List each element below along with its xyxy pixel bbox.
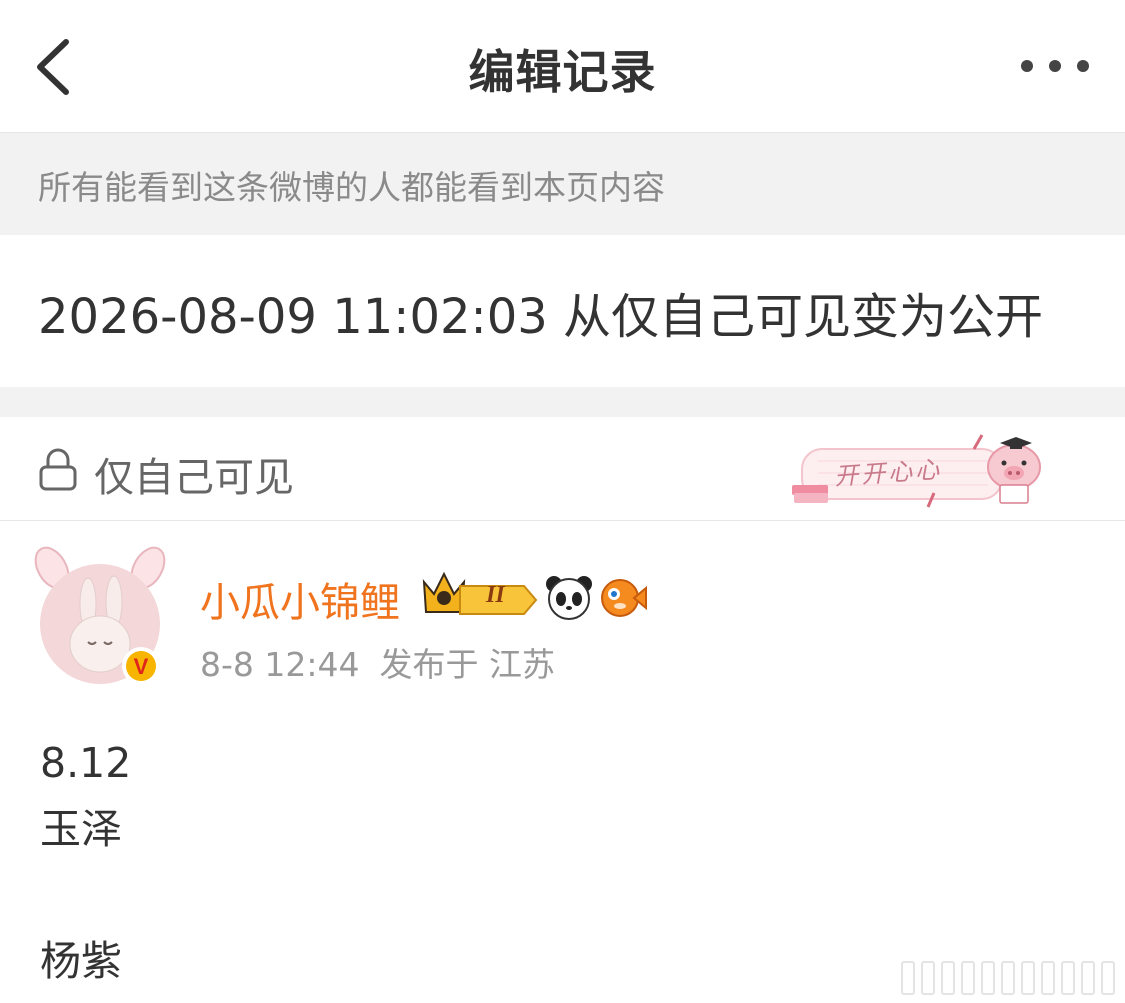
more-button[interactable]	[1015, 44, 1095, 88]
post-line-blank	[40, 862, 1080, 928]
visibility-row: 仅自己可见 开开心心	[0, 417, 1125, 521]
nav-header: 编辑记录	[0, 0, 1125, 133]
panda-icon	[546, 576, 592, 620]
fish-icon	[601, 579, 647, 617]
edit-record: 2026-08-09 11:02:03 从仅自己可见变为公开	[0, 235, 1125, 387]
more-dots-icon	[1021, 60, 1089, 72]
pig-sticker: 开开心心	[788, 427, 1048, 513]
lock-icon	[39, 448, 77, 491]
post-line: 玉泽	[40, 805, 122, 853]
post-meta: 8-8 12:44 发布于 江苏	[200, 638, 555, 686]
verified-badge: V	[133, 654, 149, 679]
section-divider	[0, 387, 1125, 417]
watermark-bars	[901, 961, 1115, 995]
avatar[interactable]: V	[30, 540, 170, 690]
post-line: 8.12	[40, 739, 132, 787]
username[interactable]: 小瓜小锦鲤	[200, 570, 400, 628]
notice-text: 所有能看到这条微博的人都能看到本页内容	[38, 168, 665, 207]
page-title: 编辑记录	[468, 45, 657, 99]
visibility-label: 仅自己可见	[94, 455, 294, 501]
record-text: 2026-08-09 11:02:03 从仅自己可见变为公开	[38, 289, 1044, 345]
post-location: 发布于 江苏	[379, 645, 556, 684]
user-badges: II	[420, 568, 650, 624]
post-body: 8.12 玉泽 杨紫	[40, 730, 1080, 994]
post-time: 8-8 12:44	[200, 645, 360, 684]
level-badge-text: II	[486, 582, 505, 608]
sticker-text: 开开心心	[833, 455, 944, 491]
visibility-notice: 所有能看到这条微博的人都能看到本页内容	[0, 133, 1125, 235]
crown-level-badge	[422, 571, 538, 615]
